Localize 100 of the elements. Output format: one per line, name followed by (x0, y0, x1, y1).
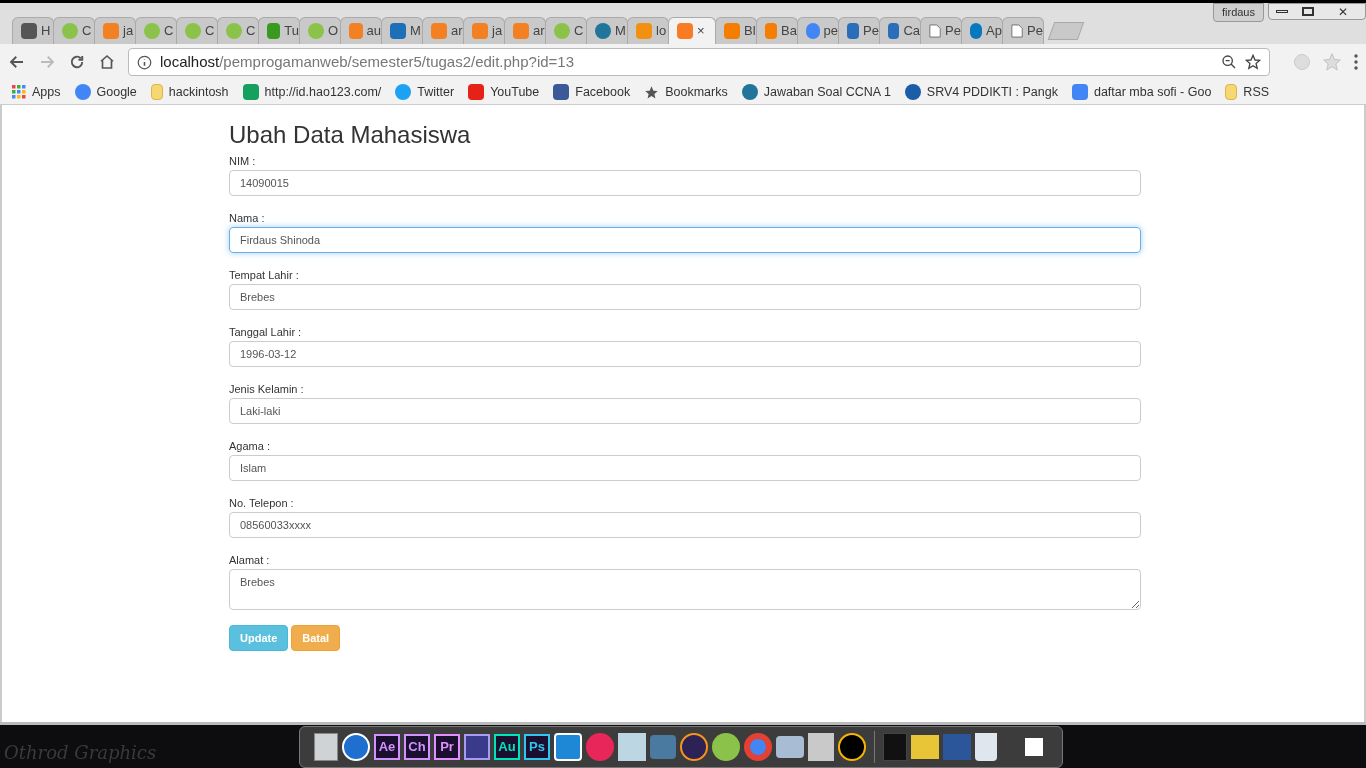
browser-tab[interactable]: Ap (961, 17, 1003, 44)
profile-name[interactable]: firdaus (1212, 3, 1264, 22)
folder-icon (150, 84, 163, 100)
bookmark-link[interactable]: SRV4 PDDIKTI : Pangk (904, 82, 1058, 102)
site-icon (395, 84, 412, 100)
app-tile-icon[interactable]: Pr (434, 733, 460, 760)
app-tile-icon[interactable]: Ps (524, 733, 550, 760)
bookmark-link[interactable]: Google (74, 82, 137, 102)
site-icon (636, 23, 652, 39)
browser-tab[interactable]: O (299, 17, 341, 44)
site-icon (21, 23, 37, 39)
browser-tab[interactable]: C (545, 17, 587, 44)
menu-icon[interactable] (1354, 54, 1358, 70)
app-icon[interactable] (680, 732, 708, 761)
bookmark-link[interactable]: http://id.hao123.com/ (242, 82, 382, 102)
site-icon (144, 23, 160, 39)
site-icon (741, 84, 758, 100)
browser-tab[interactable]: au (340, 17, 382, 44)
field-label: Jenis Kelamin : (229, 383, 305, 396)
browser-tab[interactable]: Bl (715, 17, 757, 44)
browser-tab[interactable]: lo (627, 17, 669, 44)
site-icon (226, 23, 242, 39)
bookmark-link[interactable]: Twitter (395, 82, 455, 102)
site-icon (554, 23, 570, 39)
info-icon (137, 54, 152, 70)
star-icon[interactable] (1322, 52, 1342, 72)
input-field[interactable]: 1996-03-12 (229, 341, 1141, 367)
browser-tab[interactable]: C (176, 17, 218, 44)
site-icon (904, 84, 921, 100)
browser-tab[interactable]: × (668, 17, 716, 44)
browser-tab[interactable]: Pe (1002, 17, 1044, 44)
browser-tab[interactable]: Ca (879, 17, 921, 44)
bookmark-link[interactable]: daftar mba sofi - Goo (1071, 82, 1212, 102)
site-icon (765, 23, 778, 39)
app-tile-icon[interactable]: Au (494, 733, 520, 760)
page-title: Ubah Data Mahasiswa (229, 121, 472, 149)
trash-icon[interactable] (975, 732, 997, 761)
zoom-out-icon[interactable] (1221, 54, 1237, 70)
browser-tab[interactable]: C (135, 17, 177, 44)
browser-tab[interactable]: Tu (258, 17, 300, 44)
address-bar[interactable]: localhost/pemprogamanweb/semester5/tugas2/edit.php?id=13 (128, 48, 1270, 76)
app-icon[interactable] (464, 733, 490, 760)
input-field[interactable]: Islam (229, 455, 1141, 481)
site-icon (513, 23, 529, 39)
browser-tab[interactable]: M (586, 17, 628, 44)
browser-tab[interactable]: Pe (920, 17, 962, 44)
site-icon (1071, 84, 1088, 100)
folder-icon[interactable] (776, 735, 804, 758)
app-tile-icon[interactable]: Ch (404, 733, 430, 760)
browser-tab[interactable]: M (381, 17, 423, 44)
field-label: Nama : (229, 212, 266, 225)
site-icon (724, 23, 740, 39)
field-label: Tempat Lahir : (229, 269, 300, 282)
field-label: No. Telepon : (229, 497, 295, 510)
bookmark-link[interactable]: hackintosh (150, 82, 229, 102)
site-icon (349, 23, 363, 39)
page-icon (929, 23, 942, 39)
field-label: Alamat : (229, 554, 271, 567)
bookmark-link[interactable]: RSS (1225, 82, 1270, 102)
input-field[interactable]: 08560033xxxx (229, 512, 1141, 538)
star-icon[interactable] (1245, 54, 1261, 70)
input-field[interactable]: Brebes (229, 284, 1141, 310)
site-icon (62, 23, 78, 39)
browser-tab[interactable]: H (12, 17, 54, 44)
bookmark-link[interactable]: Jawaban Soal CCNA 1 (741, 82, 891, 102)
reload-icon[interactable] (68, 53, 86, 71)
browser-tab[interactable]: C (53, 17, 95, 44)
app-icon[interactable] (838, 732, 866, 761)
star-icon (644, 84, 660, 100)
browser-tab[interactable]: ar (504, 17, 546, 44)
field-label: NIM : (229, 155, 257, 168)
site-icon (267, 23, 281, 39)
browser-tab[interactable]: ja (94, 17, 136, 44)
site-icon (595, 23, 611, 39)
browser-tab[interactable]: ar (422, 17, 464, 44)
home-icon[interactable] (98, 53, 116, 71)
browser-tab[interactable]: C (217, 17, 259, 44)
textarea-field[interactable]: Brebes (229, 569, 1141, 610)
field-label: Tanggal Lahir : (229, 326, 303, 339)
bookmark-link[interactable]: Bookmarks (644, 82, 728, 102)
browser-tab[interactable]: Pe (838, 17, 880, 44)
site-icon (103, 23, 119, 39)
bookmark-link[interactable]: Apps (12, 82, 61, 102)
browser-tab[interactable]: pe (797, 17, 839, 44)
site-icon (242, 84, 259, 100)
bookmark-link[interactable]: YouTube (468, 82, 540, 102)
app-icon[interactable] (1025, 737, 1043, 756)
site-icon (468, 84, 485, 100)
browser-tab[interactable]: Ba (756, 17, 798, 44)
site-icon (888, 23, 900, 39)
field-label: Agama : (229, 440, 271, 453)
site-icon (74, 84, 91, 100)
site-icon (847, 23, 860, 39)
browser-tab[interactable]: ja (463, 17, 505, 44)
bookmark-link[interactable]: Facebook (553, 82, 631, 102)
back-icon[interactable] (8, 53, 26, 71)
app-tile-icon[interactable]: Ae (374, 733, 400, 760)
input-field[interactable]: 14090015 (229, 170, 1141, 196)
input-field[interactable]: Firdaus Shinoda (229, 227, 1141, 253)
input-field[interactable]: Laki-laki (229, 398, 1141, 424)
